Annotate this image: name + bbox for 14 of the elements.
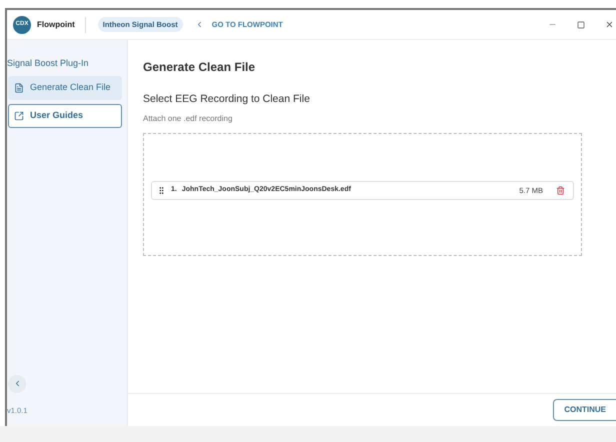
app-name: Flowpoint: [37, 18, 75, 30]
page-title: Generate Clean File: [143, 59, 256, 76]
continue-button[interactable]: CONTINUE: [553, 399, 616, 421]
hint-text: Attach one .edf recording: [143, 112, 234, 125]
maximize-icon[interactable]: [577, 20, 585, 28]
section-title: Select EEG Recording to Clean File: [143, 92, 311, 107]
external-link-icon: [14, 110, 24, 120]
document-icon: [14, 82, 24, 92]
delete-icon[interactable]: [556, 186, 565, 195]
close-icon[interactable]: [605, 20, 614, 29]
drag-handle-icon[interactable]: [157, 186, 166, 195]
sidebar-heading: Signal Boost Plug-In: [7, 57, 90, 70]
sidebar-item[interactable]: User Guides: [8, 104, 122, 128]
sidebar-item[interactable]: Generate Clean File: [8, 76, 122, 100]
